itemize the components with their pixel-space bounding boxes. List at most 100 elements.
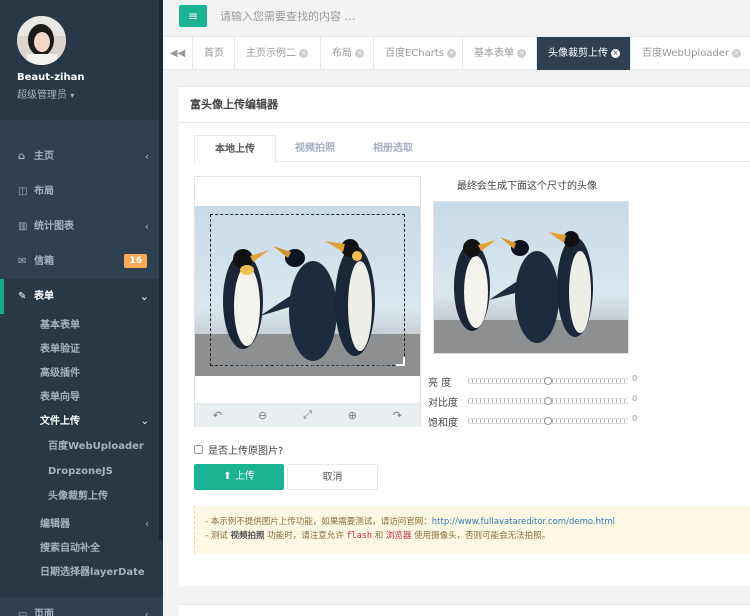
upload-button[interactable]: ⬆ 上传 <box>194 464 284 490</box>
top-bar: ≡ <box>163 0 750 37</box>
user-role-dropdown[interactable]: 超级管理员 ▾ <box>17 86 163 101</box>
nav-item-layout[interactable]: ◫ 布局 <box>0 174 163 209</box>
note-text: - 测试 <box>205 531 231 541</box>
avatar-preview <box>433 201 629 354</box>
upload-original-checkbox[interactable] <box>194 445 203 454</box>
edit-icon: ✎ <box>18 291 27 302</box>
fit-screen-icon[interactable]: ⤢ <box>303 408 312 422</box>
tab-home[interactable]: 首页 <box>193 37 235 70</box>
slider-value: 0 <box>632 374 638 383</box>
tab-local-upload[interactable]: 本地上传 <box>194 135 276 163</box>
powered-by-watermark: POWERED BY WWW.FULLAVATAREDITOR.COM <box>221 361 394 368</box>
sub-item-dropzonejs[interactable]: DropzoneJS <box>0 459 163 484</box>
tab-video-capture[interactable]: 视频拍照 <box>276 135 354 163</box>
result-size-note: 最终会生成下面这个尺寸的头像 <box>457 181 597 192</box>
sidebar-scrollbar[interactable] <box>159 0 163 540</box>
next-panel <box>179 604 750 616</box>
rotate-left-icon[interactable]: ↶ <box>213 409 222 422</box>
note-text: 使用摄像头，否则可能会无法拍照。 <box>411 531 551 541</box>
sub-item-avatar-crop[interactable]: 头像裁剪上传 <box>0 484 163 509</box>
tab-webuploader[interactable]: 百度WebUploader × <box>631 37 750 70</box>
zoom-out-icon[interactable]: ⊖ <box>258 409 267 422</box>
upload-icon: ⬆ <box>223 471 232 482</box>
sub-item-form-wizard[interactable]: 表单向导 <box>0 386 163 410</box>
upload-label: 上传 <box>234 471 255 482</box>
brightness-slider: 亮 度 0 <box>428 374 638 389</box>
tabs-scroll-left-button[interactable]: ◀◀ <box>163 37 193 70</box>
sub-item-advanced-plugins[interactable]: 高级插件 <box>0 362 163 386</box>
close-icon[interactable]: × <box>732 48 742 58</box>
tab-avatar-crop[interactable]: 头像裁剪上传 × <box>537 37 631 70</box>
zoom-in-icon[interactable]: ⊕ <box>348 409 357 422</box>
tab-label: 布局 <box>332 48 352 59</box>
slider-label: 对比度 <box>428 398 458 409</box>
sub-item-form-validation[interactable]: 表单验证 <box>0 338 163 362</box>
tab-album-select[interactable]: 相册选取 <box>354 135 432 163</box>
tab-layout[interactable]: 布局 × <box>321 37 374 70</box>
cancel-button[interactable]: 取消 <box>287 464 378 490</box>
chevron-down-icon: ⌄ <box>139 290 149 303</box>
avatar[interactable] <box>17 16 66 65</box>
slider-thumb[interactable] <box>544 397 552 405</box>
nav-item-forms[interactable]: ✎ 表单 ⌄ <box>0 279 163 314</box>
chevron-left-icon: ‹ <box>144 150 149 163</box>
user-name: Beaut-zihan <box>17 72 85 83</box>
tab-label: 百度WebUploader <box>642 48 730 59</box>
demo-link[interactable]: http://www.fullavatareditor.com/demo.htm… <box>432 517 615 527</box>
search-input[interactable] <box>218 3 518 29</box>
tab-basic-form[interactable]: 基本表单 × <box>463 37 537 70</box>
sub-item-basic-form[interactable]: 基本表单 <box>0 314 163 338</box>
menu-toggle-button[interactable]: ≡ <box>179 5 207 27</box>
nav-item-charts[interactable]: ▥ 统计图表 ‹ <box>0 209 163 244</box>
nav-label: 表单 <box>34 291 54 302</box>
note-emphasis: 视频拍照 <box>230 531 265 541</box>
nav-item-home[interactable]: ⌂ 主页 ‹ <box>0 139 163 174</box>
slider-track[interactable] <box>468 417 628 425</box>
note-text: - 本示例不提供图片上传功能，如果需要测试，请访问官网： <box>205 517 432 527</box>
tab-label: 百度ECharts <box>385 48 445 59</box>
hamburger-icon: ≡ <box>187 9 199 23</box>
slider-thumb[interactable] <box>544 377 552 385</box>
home-icon: ⌂ <box>18 151 26 162</box>
contrast-slider: 对比度 0 <box>428 394 638 409</box>
sub-item-autocomplete[interactable]: 搜索自动补全 <box>0 537 163 561</box>
slider-thumb[interactable] <box>544 417 552 425</box>
close-icon[interactable]: × <box>299 48 308 58</box>
sub-item-webuploader[interactable]: 百度WebUploader <box>0 434 163 459</box>
sub-item-file-upload[interactable]: 文件上传 ⌄ <box>0 410 163 434</box>
close-icon[interactable]: × <box>447 48 457 58</box>
nav-label: 主页 <box>34 151 54 162</box>
desktop-icon: ▭ <box>18 609 28 616</box>
crop-editor: POWERED BY WWW.FULLAVATAREDITOR.COM ↶ ⊖ … <box>194 176 421 427</box>
rotate-right-icon[interactable]: ↷ <box>393 409 402 422</box>
tab-home-example-2[interactable]: 主页示例二 × <box>235 37 321 70</box>
crop-selection-box[interactable] <box>210 214 405 366</box>
slider-track[interactable] <box>468 397 628 405</box>
nav-label: 信箱 <box>34 256 54 267</box>
nav-label: 统计图表 <box>34 221 74 232</box>
user-role: 超级管理员 <box>17 90 67 101</box>
sub-item-label: 编辑器 <box>40 519 70 530</box>
close-icon[interactable]: × <box>355 48 364 58</box>
source-image[interactable] <box>195 206 420 376</box>
slider-track[interactable] <box>468 377 628 385</box>
columns-icon: ◫ <box>18 186 28 197</box>
slider-value: 0 <box>632 394 638 403</box>
tab-echarts[interactable]: 百度ECharts × <box>374 37 463 70</box>
tab-label: 主页示例二 <box>246 48 296 59</box>
sub-item-label: 文件上传 <box>40 416 80 427</box>
close-icon[interactable]: × <box>517 48 526 58</box>
editor-toolbar: ↶ ⊖ ⤢ ⊕ ↷ <box>195 403 420 427</box>
avatar-editor-panel: 富头像上传编辑器 本地上传 视频拍照 相册选取 POWERED BY WWW.F… <box>179 86 750 586</box>
profile-block: Beaut-zihan 超级管理员 ▾ <box>0 0 163 120</box>
nav-label: 页面 <box>34 609 54 616</box>
sub-item-layerdate[interactable]: 日期选择器layerDate <box>0 561 163 585</box>
nav-item-pages[interactable]: ▭ 页面 ‹ <box>0 597 163 616</box>
upload-original-option[interactable]: 是否上传原图片? <box>194 442 283 457</box>
note-line-2: - 测试 视频拍照 功能时，请注意允许 flash 和 浏览器 使用摄像头，否则… <box>205 529 740 543</box>
close-icon[interactable]: × <box>611 48 620 58</box>
sub-item-editor[interactable]: 编辑器 ‹ <box>0 513 163 537</box>
nav-item-mailbox[interactable]: ✉ 信箱 16 <box>0 244 163 279</box>
saturation-slider: 饱和度 0 <box>428 414 638 429</box>
tab-label: 基本表单 <box>474 48 514 59</box>
